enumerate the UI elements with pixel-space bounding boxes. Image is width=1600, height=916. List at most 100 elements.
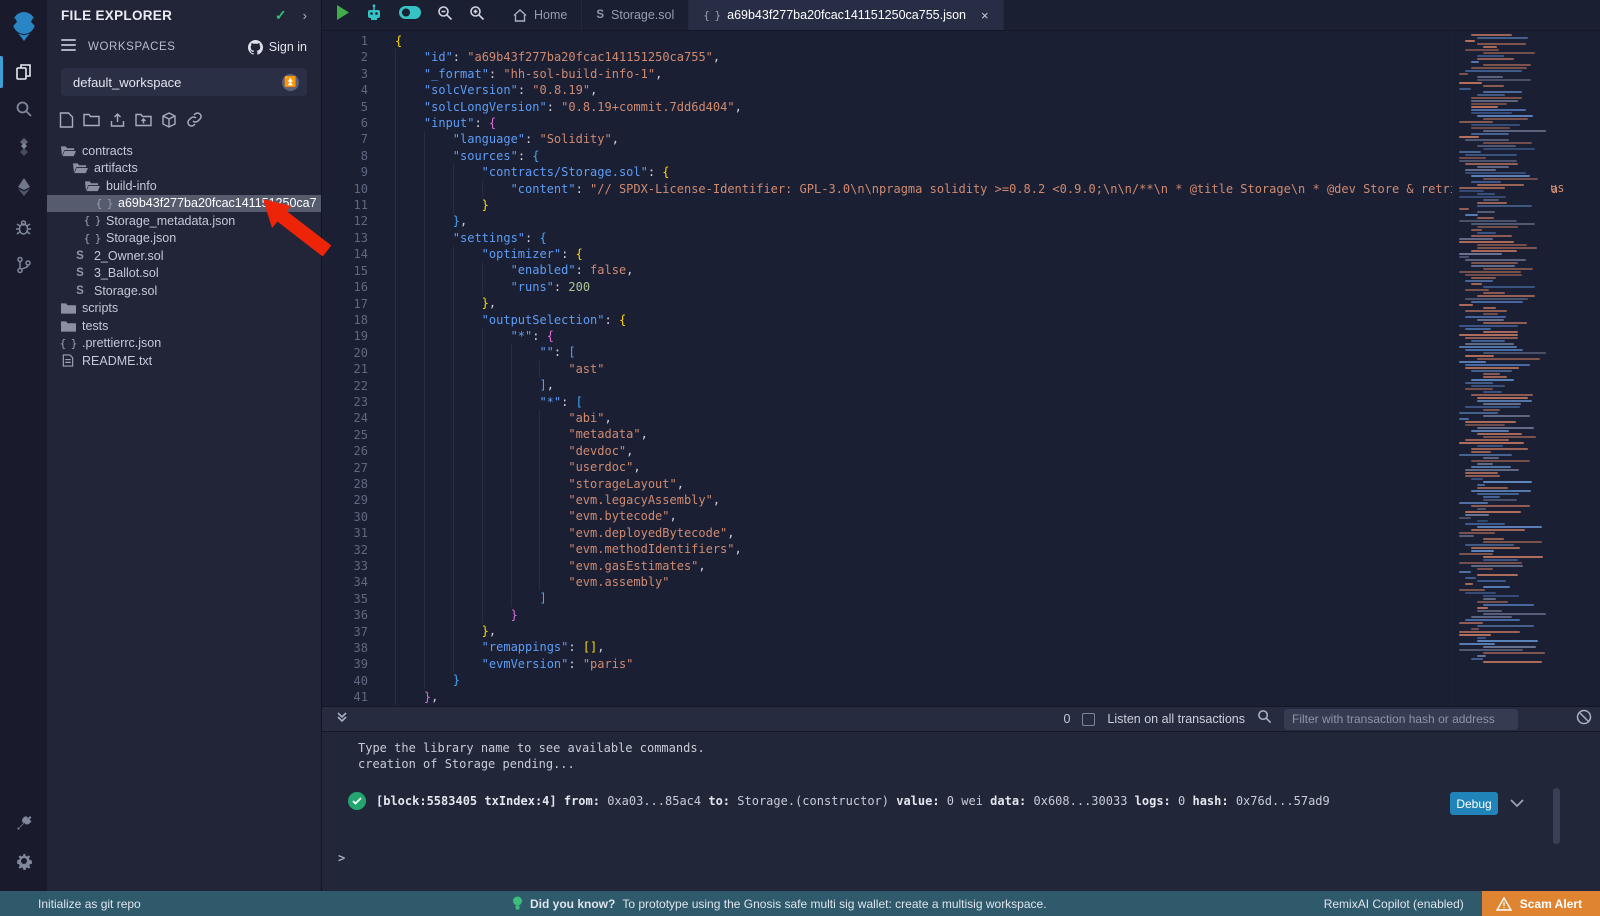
upload-folder-icon[interactable]: [135, 112, 152, 132]
code-line-33[interactable]: "evm.gasEstimates",: [395, 558, 1600, 574]
github-sign-in-button[interactable]: Sign in: [248, 40, 307, 55]
tree-item-artifacts[interactable]: artifacts: [47, 160, 321, 178]
tree-item-storage-sol[interactable]: SStorage.sol: [47, 282, 321, 300]
link-icon[interactable]: [186, 112, 203, 132]
code-line-27[interactable]: "userdoc",: [395, 459, 1600, 475]
tree-item-scripts[interactable]: scripts: [47, 300, 321, 318]
code-line-15[interactable]: "enabled": false,: [395, 262, 1600, 278]
copilot-status[interactable]: RemixAI Copilot (enabled): [1324, 897, 1464, 911]
listen-checkbox[interactable]: [1082, 713, 1095, 726]
code-line-35[interactable]: ]: [395, 590, 1600, 606]
code-line-41[interactable]: },: [395, 689, 1600, 705]
cube-icon[interactable]: [161, 112, 177, 133]
code-line-14[interactable]: "optimizer": {: [395, 246, 1600, 262]
transaction-row[interactable]: [block:5583405 txIndex:4] from: 0xa03...…: [348, 792, 1330, 810]
plugin-manager-icon[interactable]: [0, 806, 47, 840]
code-line-26[interactable]: "devdoc",: [395, 443, 1600, 459]
code-line-4[interactable]: "solcVersion": "0.8.19",: [395, 82, 1600, 98]
tree-item-3-ballot-sol[interactable]: S3_Ballot.sol: [47, 265, 321, 283]
code-line-12[interactable]: },: [395, 213, 1600, 229]
code-line-3[interactable]: "_format": "hh-sol-build-info-1",: [395, 66, 1600, 82]
deploy-and-run-icon[interactable]: [0, 170, 47, 204]
terminal-scrollbar[interactable]: [1553, 788, 1560, 844]
settings-gear-icon[interactable]: [0, 844, 47, 878]
hamburger-menu-icon[interactable]: [61, 38, 76, 56]
code-line-18[interactable]: "outputSelection": {: [395, 312, 1600, 328]
code-line-2[interactable]: "id": "a69b43f277ba20fcac141151250ca755"…: [395, 49, 1600, 65]
code-line-37[interactable]: },: [395, 623, 1600, 639]
code-line-16[interactable]: "runs": 200: [395, 279, 1600, 295]
code-line-36[interactable]: }: [395, 607, 1600, 623]
tab-storage-sol[interactable]: SStorage.sol: [582, 0, 689, 30]
minimap-line: [1483, 457, 1499, 459]
indent-guide: [482, 459, 511, 475]
collapse-terminal-icon[interactable]: [336, 710, 348, 728]
tree-item-build-info[interactable]: build-info: [47, 177, 321, 195]
scam-alert-button[interactable]: Scam Alert: [1482, 891, 1600, 916]
code-line-20[interactable]: "": [: [395, 344, 1600, 360]
git-icon[interactable]: [0, 248, 47, 282]
chevron-right-icon[interactable]: ›: [303, 8, 307, 23]
tab-home[interactable]: Home: [499, 0, 582, 30]
solidity-compiler-icon[interactable]: [0, 130, 47, 164]
code-line-38[interactable]: "remappings": [],: [395, 639, 1600, 655]
tree-item-readme-txt[interactable]: README.txt: [47, 352, 321, 370]
code-line-10[interactable]: "content": "// SPDX-License-Identifier: …: [395, 181, 1600, 197]
code-line-1[interactable]: {: [395, 33, 1600, 49]
code-line-40[interactable]: }: [395, 672, 1600, 688]
zoom-in-icon[interactable]: [469, 5, 485, 26]
indent-guide: [395, 181, 424, 197]
code-editor[interactable]: 1234567891011121314151617181920212223242…: [322, 31, 1600, 706]
code-line-19[interactable]: "*": {: [395, 328, 1600, 344]
code-line-11[interactable]: }: [395, 197, 1600, 213]
code-line-17[interactable]: },: [395, 295, 1600, 311]
search-icon[interactable]: [0, 92, 47, 126]
code-line-9[interactable]: "contracts/Storage.sol": {: [395, 164, 1600, 180]
tree-item--prettierrc-json[interactable]: { }.prettierrc.json: [47, 335, 321, 353]
new-folder-icon[interactable]: [83, 112, 100, 132]
transaction-filter-input[interactable]: [1284, 709, 1518, 730]
tree-item-tests[interactable]: tests: [47, 317, 321, 335]
code-line-34[interactable]: "evm.assembly": [395, 574, 1600, 590]
code-line-39[interactable]: "evmVersion": "paris": [395, 656, 1600, 672]
init-git-repo-button[interactable]: Initialize as git repo: [38, 897, 141, 911]
tab-close-icon[interactable]: ×: [981, 8, 989, 23]
tree-item-contracts[interactable]: contracts: [47, 142, 321, 160]
remix-logo-icon[interactable]: [0, 8, 47, 44]
code-line-5[interactable]: "solcLongVersion": "0.8.19+commit.7dd6d4…: [395, 99, 1600, 115]
run-script-play-button[interactable]: [336, 5, 349, 25]
clear-console-icon[interactable]: [1576, 709, 1592, 730]
code-line-24[interactable]: "abi",: [395, 410, 1600, 426]
terminal-prompt[interactable]: >: [338, 850, 345, 866]
code-line-32[interactable]: "evm.methodIdentifiers",: [395, 541, 1600, 557]
code-line-25[interactable]: "metadata",: [395, 426, 1600, 442]
remixai-robot-button[interactable]: [365, 4, 383, 26]
code-line-21[interactable]: "ast": [395, 361, 1600, 377]
workspace-select[interactable]: default_workspace ⏫: [61, 68, 307, 96]
minimap[interactable]: [1452, 31, 1546, 706]
expand-transaction-icon[interactable]: [1510, 796, 1524, 812]
code-line-13[interactable]: "settings": {: [395, 230, 1600, 246]
new-file-icon[interactable]: [59, 112, 74, 133]
code-line-23[interactable]: "*": [: [395, 394, 1600, 410]
token-p: ,: [677, 477, 684, 491]
code-line-6[interactable]: "input": {: [395, 115, 1600, 131]
code-line-28[interactable]: "storageLayout",: [395, 476, 1600, 492]
code-line-8[interactable]: "sources": {: [395, 148, 1600, 164]
code-line-29[interactable]: "evm.legacyAssembly",: [395, 492, 1600, 508]
code-line-22[interactable]: ],: [395, 377, 1600, 393]
editor-toggle[interactable]: [399, 6, 421, 24]
debug-button[interactable]: Debug: [1450, 792, 1498, 815]
minimap-line: [1483, 604, 1534, 606]
indent-guide: [453, 312, 482, 328]
code-line-7[interactable]: "language": "Solidity",: [395, 131, 1600, 147]
file-explorer-icon[interactable]: [0, 55, 47, 89]
code-line-30[interactable]: "evm.bytecode",: [395, 508, 1600, 524]
zoom-out-icon[interactable]: [437, 5, 453, 26]
indent-guide: [511, 574, 540, 590]
terminal[interactable]: Type the library name to see available c…: [322, 732, 1600, 891]
upload-file-icon[interactable]: [109, 112, 126, 133]
debugger-icon[interactable]: [0, 210, 47, 244]
tab-a69b43f277ba20fcac141151250ca755-json[interactable]: { }a69b43f277ba20fcac141151250ca755.json…: [689, 0, 1003, 30]
code-line-31[interactable]: "evm.deployedBytecode",: [395, 525, 1600, 541]
